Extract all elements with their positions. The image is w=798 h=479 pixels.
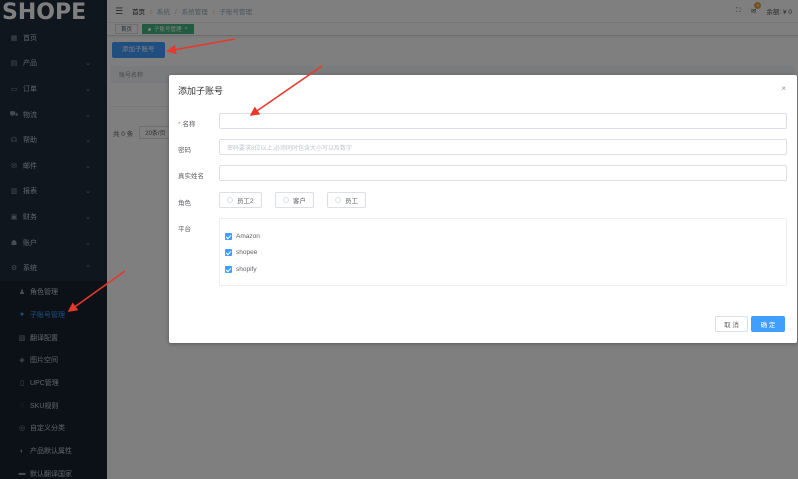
platform-checkbox-group: Amazon shopee shopify [219,218,787,286]
dialog-title: 添加子账号 [178,86,224,96]
role-radio-customer[interactable]: 客户 [275,192,314,208]
radio-circle-icon [227,197,233,203]
realname-label: 真实姓名 [178,173,204,180]
platform-checkbox-amazon[interactable]: Amazon [225,233,260,240]
close-icon[interactable]: × [781,84,786,93]
name-label: * 名称 [178,121,196,128]
checkbox-checked-icon [225,249,232,256]
name-input[interactable] [219,113,787,129]
cancel-button[interactable]: 取 消 [715,316,748,332]
confirm-button[interactable]: 确 定 [751,316,785,332]
radio-circle-icon [283,197,289,203]
role-radio-employee2[interactable]: 员工2 [219,192,262,208]
password-label: 密码 [178,147,191,154]
platform-checkbox-shopee[interactable]: shopee [225,249,257,256]
role-radio-employee[interactable]: 员工 [327,192,366,208]
radio-circle-icon [335,197,341,203]
platform-label: 平台 [178,226,191,233]
realname-input[interactable] [219,165,787,181]
platform-checkbox-shopify[interactable]: shopify [225,266,257,273]
checkbox-checked-icon [225,266,232,273]
password-input[interactable]: 密码要求8位以上,必须同时包含大小写以及数字 [219,139,787,155]
add-subaccount-dialog: 添加子账号 × * 名称 密码 密码要求8位以上,必须同时包含大小写以及数字 真实… [169,75,797,343]
checkbox-checked-icon [225,233,232,240]
role-label: 角色 [178,200,191,207]
